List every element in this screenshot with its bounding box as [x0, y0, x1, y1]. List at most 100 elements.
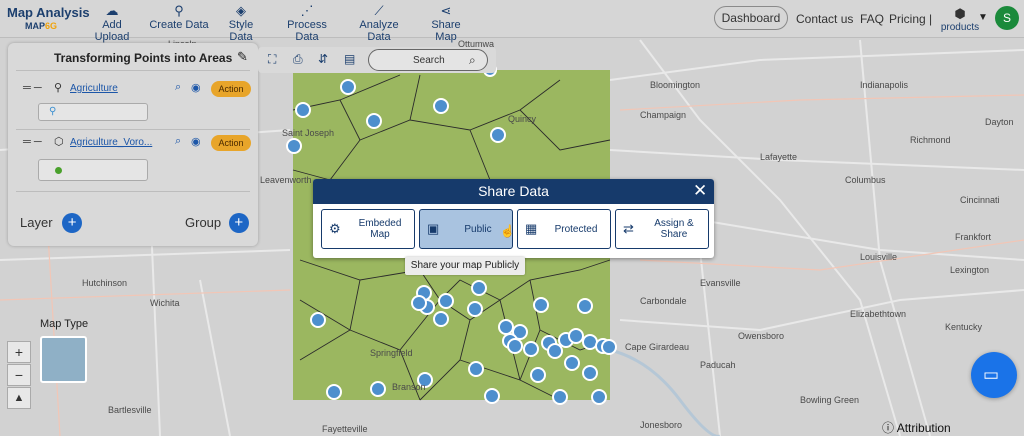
- nav-analyze-data[interactable]: ⟋ Analyze Data: [347, 3, 411, 43]
- map-label-fayetteville: Fayetteville: [322, 424, 368, 434]
- option-label: Assign & Share: [654, 218, 694, 240]
- drag-handle-icon[interactable]: ═ ─: [23, 82, 42, 94]
- action-button[interactable]: Action: [211, 135, 251, 151]
- nav-style-data[interactable]: ◈ Style Data: [216, 3, 266, 43]
- layer-style-swatch[interactable]: [38, 159, 148, 181]
- map-label-columbus: Columbus: [845, 175, 886, 185]
- protected-option[interactable]: ▦ Protected: [517, 209, 611, 249]
- pricing-link[interactable]: Pricing |: [889, 12, 932, 26]
- layer-panel: Transforming Points into Areas ✎ ═ ─ ⚲ A…: [8, 43, 258, 246]
- layer-row-agriculture-voronoi[interactable]: ═ ─ ⬡ Agriculture_Voro... ⌕ ◉ Action: [8, 134, 258, 154]
- chevron-down-icon[interactable]: ▼: [978, 12, 988, 23]
- search-input[interactable]: Search ⌕: [368, 49, 488, 71]
- print-icon[interactable]: ⎙: [293, 52, 303, 67]
- map-label-branson: Branson: [392, 382, 426, 392]
- products-label: products: [940, 22, 980, 33]
- option-label: Public: [464, 224, 492, 235]
- dialog-title: Share Data: [478, 183, 549, 199]
- map-label-champaign: Champaign: [640, 110, 687, 120]
- add-group-button[interactable]: +: [228, 213, 249, 233]
- layer-name[interactable]: Agriculture: [70, 83, 118, 94]
- dashboard-button[interactable]: Dashboard: [714, 6, 788, 30]
- map-label-cape-girardeau: Cape Girardeau: [625, 342, 690, 352]
- map-label-louisville: Louisville: [860, 252, 898, 262]
- map-pin-icon: ⚲: [174, 3, 184, 18]
- nav-analyze-data-label: Analyze Data: [359, 19, 399, 43]
- attribution-label: Attribution: [896, 421, 951, 435]
- compass-reset-button[interactable]: ▲: [7, 387, 31, 409]
- zoom-to-layer-icon[interactable]: ⌕: [175, 135, 181, 148]
- map-label-lexington: Lexington: [950, 265, 990, 275]
- add-group-control[interactable]: Group +: [185, 213, 249, 233]
- zoom-to-layer-icon[interactable]: ⌕: [175, 81, 181, 94]
- top-navigation-bar: Map Analysis MAP6G ☁ Add Upload ⚲ Create…: [0, 0, 1024, 43]
- assign-share-option[interactable]: ⇄ Assign & Share: [615, 209, 709, 249]
- cloud-upload-icon: ☁: [105, 3, 119, 18]
- nav-process-data[interactable]: ⋰ Process Data: [274, 3, 340, 43]
- eye-icon[interactable]: ◉: [191, 135, 201, 148]
- logo-sub-part-a: MAP: [25, 21, 45, 31]
- map-label-hutchinson: Hutchinson: [82, 278, 128, 288]
- process-icon: ⋰: [300, 3, 314, 18]
- zoom-out-button[interactable]: −: [7, 364, 31, 386]
- layer-style-swatch[interactable]: ⚲: [38, 103, 148, 121]
- analyze-icon: ⟋: [374, 3, 384, 18]
- polygon-swatch-dot: [55, 167, 62, 174]
- pencil-icon[interactable]: ✎: [237, 49, 248, 65]
- action-button[interactable]: Action: [211, 81, 251, 97]
- eye-icon[interactable]: ◉: [191, 81, 201, 94]
- map-label-owensboro: Owensboro: [738, 331, 785, 341]
- point-layer-icon: ⚲: [54, 82, 63, 94]
- app-logo-subtitle: MAP6G: [25, 21, 57, 31]
- map-label-lafayette: Lafayette: [760, 152, 798, 162]
- search-icon[interactable]: ⌕: [469, 53, 476, 68]
- pin-swatch-icon: ⚲: [49, 106, 57, 117]
- nav-style-data-label: Style Data: [228, 19, 254, 43]
- map-label-cincinnati: Cincinnati: [960, 195, 1000, 205]
- layer-row-agriculture[interactable]: ═ ─ ⚲ Agriculture ⌕ ◉ Action: [8, 80, 258, 100]
- chat-icon: ▭: [983, 365, 1000, 384]
- share-icon: ⋖: [440, 3, 452, 18]
- comment-icon[interactable]: ▤: [344, 52, 355, 66]
- layer-name[interactable]: Agriculture_Voro...: [70, 137, 152, 148]
- nav-add-upload[interactable]: ☁ Add Upload: [84, 3, 140, 43]
- nav-process-data-label: Process Data: [287, 19, 327, 43]
- panel-divider: [16, 129, 250, 130]
- nav-create-data[interactable]: ⚲ Create Data: [149, 3, 209, 31]
- polygon-layer-icon: ⬡: [54, 136, 64, 148]
- products-menu[interactable]: ⬢ products: [938, 6, 982, 33]
- share-data-dialog: Share Data ✕ ⚙ Embeded Map ▣ Public ☝ ▦ …: [313, 179, 714, 258]
- map-label-evansville: Evansville: [700, 278, 741, 288]
- measure-icon[interactable]: ⇵: [318, 52, 328, 66]
- chat-widget-button[interactable]: ▭: [971, 352, 1017, 398]
- dialog-header: Share Data ✕: [313, 179, 714, 204]
- user-avatar[interactable]: S: [995, 6, 1019, 30]
- group-label: Group: [185, 215, 222, 230]
- public-option[interactable]: ▣ Public ☝: [419, 209, 515, 249]
- embed-map-option[interactable]: ⚙ Embeded Map: [321, 209, 415, 249]
- map-label-quincy: Quincy: [508, 114, 537, 124]
- add-layer-button[interactable]: +: [62, 213, 83, 233]
- map-label-bowling-green: Bowling Green: [800, 395, 860, 405]
- map-label-frankfort: Frankfort: [955, 232, 992, 242]
- map-label-carbondale: Carbondale: [640, 296, 687, 306]
- zoom-in-button[interactable]: +: [7, 341, 31, 363]
- panel-divider: [16, 70, 250, 71]
- screenshot-icon[interactable]: ⛶: [268, 52, 276, 67]
- map-label-indianapolis: Indianapolis: [860, 80, 909, 90]
- map-type-switcher[interactable]: [40, 336, 87, 383]
- hand-cursor-icon: ☝: [500, 224, 515, 238]
- map-label-bloomington: Bloomington: [650, 80, 701, 90]
- protected-icon: ▦: [525, 221, 538, 236]
- faq-link[interactable]: FAQ: [860, 12, 884, 26]
- drag-handle-icon[interactable]: ═ ─: [23, 136, 42, 148]
- map-label-paducah: Paducah: [700, 360, 736, 370]
- app-logo-title[interactable]: Map Analysis: [7, 5, 90, 20]
- close-icon[interactable]: ✕: [693, 181, 707, 201]
- map-label-bartlesville: Bartlesville: [108, 405, 152, 415]
- add-layer-control[interactable]: Layer +: [20, 213, 83, 233]
- contact-us-link[interactable]: Contact us: [796, 12, 853, 26]
- nav-share-map[interactable]: ⋖ Share Map: [420, 3, 472, 43]
- map-label-jonesboro: Jonesboro: [640, 420, 683, 430]
- attribution-control[interactable]: ⓘ Attribution: [882, 419, 951, 436]
